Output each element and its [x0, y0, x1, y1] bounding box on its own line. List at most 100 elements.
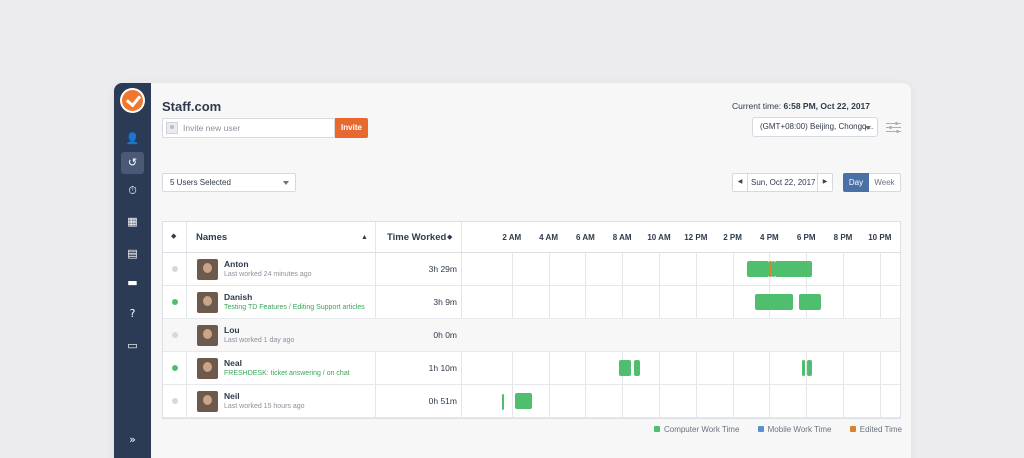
user-name[interactable]: Anton [224, 259, 249, 269]
legend-computer-swatch [653, 426, 660, 432]
user-name[interactable]: Lou [224, 325, 240, 335]
legend-computer-label: Computer Work Time [663, 425, 740, 434]
sort-asc-icon[interactable]: ▲ [361, 222, 368, 253]
user-status: Last worked 24 minutes ago [224, 271, 312, 278]
next-day-button[interactable]: ▶ [817, 174, 832, 191]
avatar[interactable] [197, 391, 218, 412]
timezone-select[interactable]: (GMT+08:00) Beijing, Chongq... [752, 117, 878, 137]
hour-label: 2 PM [723, 233, 742, 242]
computer-work-segment[interactable] [747, 261, 770, 277]
reports-icon[interactable]: ▤ [121, 243, 144, 265]
user-status: FRESHDESK: ticket answering / on chat [224, 370, 350, 377]
status-dot [172, 299, 178, 305]
invite-input[interactable] [183, 119, 333, 137]
computer-work-segment[interactable] [634, 360, 640, 376]
app-window: 👤 ↺ ⏱ ▦ ▤ ▬? ▭ » Staff.com Current time: 6:58 P… [114, 83, 911, 458]
computer-work-segment[interactable] [501, 394, 504, 410]
computer-work-segment[interactable] [798, 294, 821, 310]
computer-work-segment[interactable] [807, 360, 812, 376]
table-row[interactable]: Lou Last worked 1 day ago 0h 0m [163, 319, 900, 352]
legend-edited-swatch [849, 426, 856, 432]
user-name[interactable]: Danish [224, 292, 252, 302]
time-worked: 0h 51m [428, 396, 457, 406]
computer-work-segment[interactable] [618, 360, 632, 376]
avatar[interactable] [197, 325, 218, 346]
settings-sliders-icon[interactable] [886, 121, 901, 133]
week-view-button[interactable]: Week [869, 173, 901, 192]
legend-edited-label: Edited Time [859, 425, 902, 434]
invite-button[interactable]: Invite [335, 118, 368, 138]
hour-label: 10 PM [868, 233, 892, 242]
legend-mobile: Mobile Work Time [757, 425, 832, 434]
avatar[interactable] [197, 292, 218, 313]
billing-icon[interactable]: ▬ [121, 272, 144, 294]
status-dot [172, 365, 178, 371]
timesheet-icon[interactable]: ⏱ [121, 180, 144, 202]
sidebar: 👤 ↺ ⏱ ▦ ▤ ▬? ▭ » [114, 83, 151, 458]
chevron-down-icon [865, 126, 871, 130]
time-worked: 3h 29m [428, 264, 457, 274]
users-select-value: 5 Users Selected [170, 178, 231, 187]
hour-label: 10 AM [647, 233, 671, 242]
time-worked-column-header[interactable]: Time Worked [387, 222, 446, 253]
names-column-header[interactable]: Names [196, 222, 227, 253]
time-worked: 0h 0m [433, 330, 457, 340]
hour-label: 4 PM [760, 233, 779, 242]
computer-work-segment[interactable] [515, 393, 533, 409]
sort-time-icon[interactable]: ◆ [447, 222, 452, 253]
legend-computer: Computer Work Time [653, 425, 740, 434]
sort-status-icon[interactable]: ◆ [171, 232, 176, 240]
hour-label: 6 AM [575, 233, 595, 242]
calendar-icon[interactable]: ▦ [121, 211, 144, 233]
computer-work-segment[interactable] [801, 360, 806, 376]
timeline-table: ◆ Names ▲ Time Worked ◆ 2 AM 4 AM 6 AM 8 AM… [162, 221, 901, 419]
hour-label: 12 PM [684, 233, 708, 242]
hour-label: 8 PM [833, 233, 853, 242]
logo-icon[interactable] [120, 88, 145, 113]
date-navigator: ◀ Sun, Oct 22, 2017 ▶ [732, 173, 833, 192]
avatar[interactable] [197, 259, 218, 280]
time-worked: 1h 10m [428, 363, 457, 373]
chevron-down-icon [283, 181, 289, 185]
hour-label: 4 AM [539, 233, 558, 242]
current-time-value: 6:58 PM, Oct 22, 2017 [783, 101, 870, 111]
legend: Computer Work Time Mobile Work Time Edit… [638, 425, 902, 434]
user-status: Last worked 1 day ago [224, 337, 295, 344]
view-toggle: Day Week [843, 173, 901, 192]
help-icon[interactable]: ? [121, 303, 144, 325]
main-content: Staff.com Current time: 6:58 PM, Oct 22,… [151, 83, 911, 458]
legend-mobile-label: Mobile Work Time [767, 425, 832, 434]
timezone-value: (GMT+08:00) Beijing, Chongq... [760, 122, 874, 131]
history-icon[interactable]: ↺ [121, 152, 144, 174]
time-worked: 3h 9m [433, 297, 457, 307]
table-row[interactable]: Neal FRESHDESK: ticket answering / on cha… [163, 352, 900, 385]
table-row[interactable]: Neil Last worked 15 hours ago 0h 51m [163, 385, 900, 418]
hour-label: 2 AM [502, 233, 522, 242]
table-row[interactable]: Anton Last worked 24 minutes ago 3h 29m [163, 253, 900, 286]
current-time-label: Current time: [732, 101, 782, 111]
user-name[interactable]: Neal [224, 358, 242, 368]
table-header: ◆ Names ▲ Time Worked ◆ 2 AM 4 AM 6 AM 8 AM… [163, 222, 900, 253]
legend-mobile-swatch [757, 426, 764, 432]
status-dot [172, 266, 178, 272]
user-placeholder-icon [166, 122, 178, 134]
expand-icon[interactable]: » [121, 429, 144, 451]
day-view-button[interactable]: Day [843, 173, 869, 192]
users-select[interactable]: 5 Users Selected [162, 173, 296, 192]
prev-day-button[interactable]: ◀ [733, 174, 748, 191]
page-title: Staff.com [162, 99, 222, 114]
legend-edited: Edited Time [849, 425, 902, 434]
table-row[interactable]: Danish Testing TD Features / Editing Supp… [163, 286, 900, 319]
current-date: Sun, Oct 22, 2017 [751, 178, 816, 187]
computer-work-segment[interactable] [774, 261, 812, 277]
invite-field[interactable] [162, 118, 335, 138]
user-status: Last worked 15 hours ago [224, 403, 305, 410]
hour-label: 8 AM [612, 233, 632, 242]
user-name[interactable]: Neil [224, 391, 240, 401]
user-status: Testing TD Features / Editing Support ar… [224, 304, 365, 311]
avatar[interactable] [197, 358, 218, 379]
computer-work-segment[interactable] [754, 294, 794, 310]
chat-icon[interactable]: ▭ [121, 335, 144, 357]
add-user-icon[interactable]: 👤 [121, 128, 144, 150]
hour-label: 6 PM [796, 233, 816, 242]
